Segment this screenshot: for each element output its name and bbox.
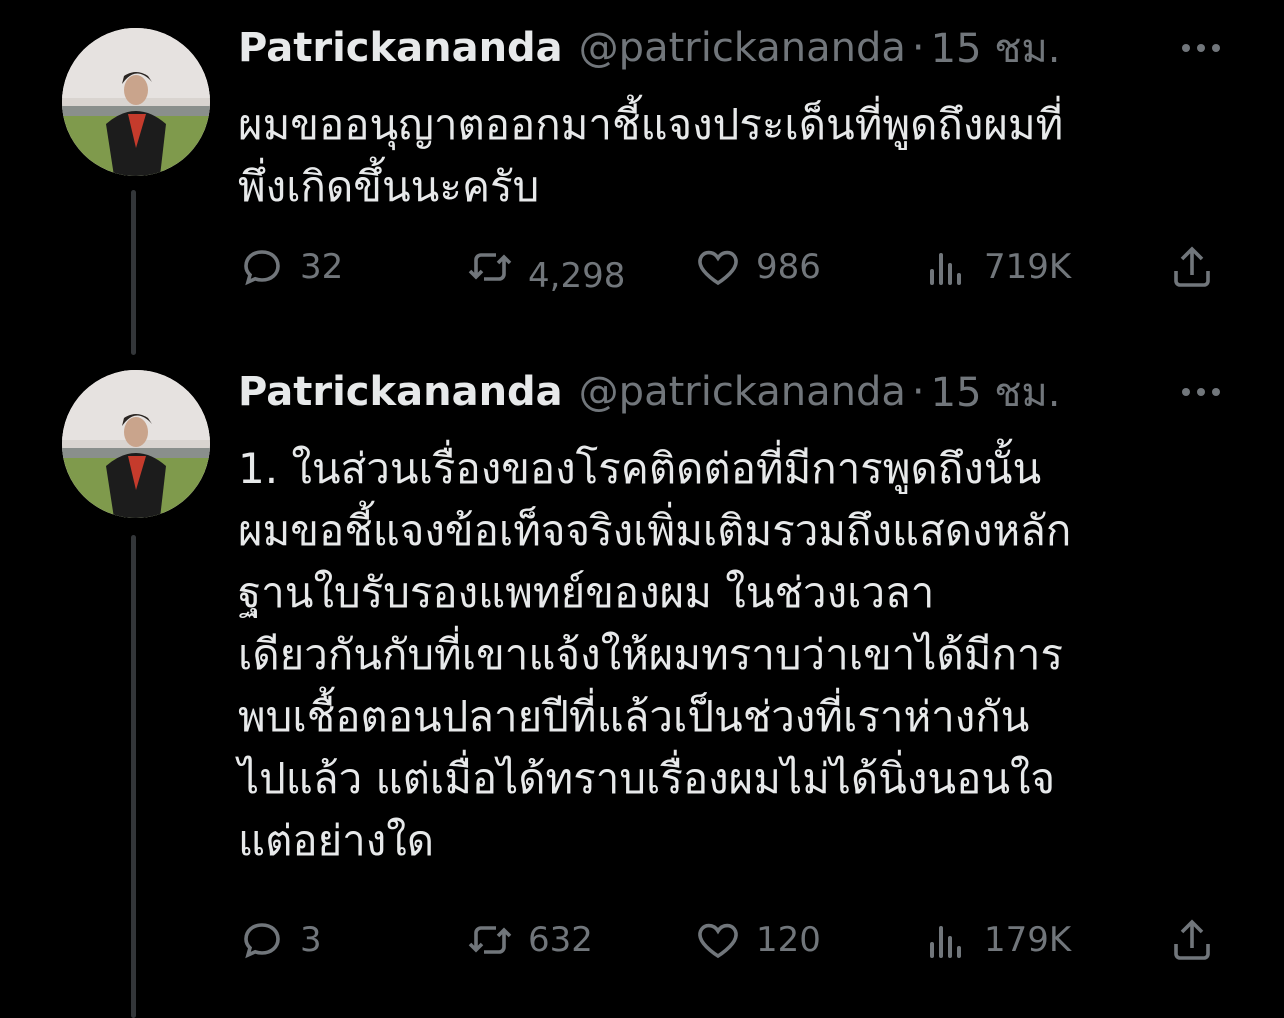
share-button[interactable] — [1168, 237, 1216, 297]
like-button[interactable]: 986 — [694, 237, 821, 297]
retweet-icon — [468, 253, 512, 281]
views-button[interactable]: 179K — [922, 910, 1071, 970]
avatar[interactable] — [62, 370, 210, 518]
tweet-header: Patrickananda @patrickananda · 15 ชม. — [238, 18, 1060, 78]
views-icon — [930, 253, 961, 285]
tweet-text-line: พึ่งเกิดขึ้นนะครับ — [238, 162, 540, 211]
tweet-header: Patrickananda @patrickananda · 15 ชม. — [238, 362, 1060, 422]
user-handle[interactable]: @patrickananda — [579, 369, 906, 415]
tweet[interactable]: Patrickananda @patrickananda · 15 ชม. 1.… — [0, 345, 1284, 1018]
retweet-count: 632 — [528, 920, 593, 960]
retweet-button[interactable]: 4,298 — [466, 237, 625, 297]
tweet-text-line: 1. ในส่วนเรื่องของโรคติดต่อที่มีการพูดถึ… — [238, 444, 1042, 493]
reply-icon — [244, 250, 280, 286]
retweet-count: 4,298 — [528, 256, 626, 296]
tweet-text-line: เดียวกันกับที่เขาแจ้งให้ผมทราบว่าเขาได้ม… — [238, 630, 1064, 679]
like-count: 120 — [756, 920, 821, 960]
more-icon[interactable] — [1182, 18, 1220, 78]
views-count: 179K — [984, 920, 1072, 960]
tweet-text-line: ไปแล้ว แต่เมื่อได้ทราบเรื่องผมไม่ได้นิ่ง… — [238, 754, 1056, 803]
reply-button[interactable]: 3 — [238, 910, 322, 970]
timestamp[interactable]: 15 ชม. — [931, 360, 1061, 424]
reply-button[interactable]: 32 — [238, 237, 343, 297]
timestamp[interactable]: 15 ชม. — [931, 16, 1061, 80]
separator-dot: · — [911, 25, 925, 71]
display-name[interactable]: Patrickananda — [238, 369, 563, 415]
views-button[interactable]: 719K — [922, 237, 1071, 297]
action-bar: 32 4,298 986 719K — [238, 237, 1224, 297]
like-count: 986 — [756, 247, 821, 287]
reply-icon — [244, 923, 280, 959]
tweet-text-line: ผมขอชี้แจงข้อเท็จจริงเพิ่มเติมรวมถึงแสดง… — [238, 506, 1072, 555]
tweet-text-line: ฐานใบรับรองแพทย์ของผม ในช่วงเวลา — [238, 568, 935, 617]
more-icon[interactable] — [1182, 362, 1220, 422]
avatar[interactable] — [62, 28, 210, 176]
share-icon — [1174, 919, 1210, 960]
share-icon — [1174, 246, 1210, 287]
views-icon — [930, 926, 961, 958]
retweet-button[interactable]: 632 — [466, 910, 593, 970]
separator-dot: · — [911, 369, 925, 415]
display-name[interactable]: Patrickananda — [238, 25, 563, 71]
heart-icon — [698, 923, 738, 959]
like-button[interactable]: 120 — [694, 910, 821, 970]
user-handle[interactable]: @patrickananda — [579, 25, 906, 71]
tweet-text-line: แต่อย่างใด — [238, 816, 435, 865]
views-count: 719K — [984, 247, 1072, 287]
reply-count: 3 — [300, 920, 322, 960]
share-button[interactable] — [1168, 910, 1216, 970]
retweet-icon — [468, 926, 512, 954]
heart-icon — [698, 250, 738, 286]
tweet-text-line: ผมขออนุญาตออกมาชี้แจงประเด็นที่พูดถึงผมท… — [238, 100, 1064, 149]
tweet-text: 1. ในส่วนเรื่องของโรคติดต่อที่มีการพูดถึ… — [238, 438, 1218, 872]
tweet-text: ผมขออนุญาตออกมาชี้แจงประเด็นที่พูดถึงผมท… — [238, 94, 1218, 218]
tweet[interactable]: Patrickananda @patrickananda · 15 ชม. ผม… — [0, 0, 1284, 350]
tweet-text-line: พบเชื้อตอนปลายปีที่แล้วเป็นช่วงที่เราห่า… — [238, 692, 1030, 741]
action-bar: 3 632 120 179K — [238, 910, 1224, 970]
reply-count: 32 — [300, 247, 344, 287]
